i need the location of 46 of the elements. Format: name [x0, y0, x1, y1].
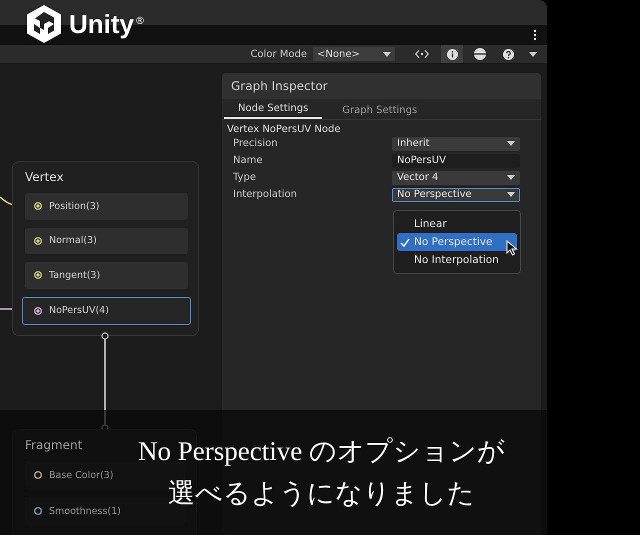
port-label: Tangent(3) — [49, 270, 100, 281]
port-row[interactable]: NoPersUV(4) — [22, 296, 191, 326]
port-label: Base Color(3) — [49, 470, 114, 480]
color-mode-dropdown[interactable]: <None> — [313, 47, 395, 61]
code-brackets-icon[interactable] — [415, 50, 429, 58]
dropdown[interactable]: No Perspective — [392, 188, 520, 202]
port-row[interactable]: Tangent(3) — [25, 262, 188, 289]
tab[interactable]: Node Settings — [224, 103, 322, 119]
subtitle-text: 選べるようになりました — [168, 478, 475, 509]
section-title: Vertex NoPersUV Node — [226, 123, 342, 135]
logo-text: Unity — [69, 8, 134, 40]
property-label: Interpolation — [233, 189, 298, 200]
port-row[interactable]: Normal(3) — [25, 228, 188, 254]
port-label: Smoothness(1) — [49, 506, 121, 516]
port-row[interactable]: Position(3) — [25, 193, 188, 220]
subtitle-text: No Perspective のオプションが — [138, 436, 505, 468]
sphere-icon[interactable] — [474, 48, 486, 60]
more-options-icon[interactable] — [533, 29, 537, 41]
node-title: Vertex — [25, 170, 64, 184]
check-icon — [400, 238, 410, 246]
menu-option[interactable]: Linear — [397, 215, 517, 233]
info-icon[interactable] — [446, 48, 458, 60]
color-mode-label: Color Mode — [250, 48, 307, 60]
caret-icon — [507, 192, 515, 197]
caret-icon — [507, 141, 515, 146]
caret-icon[interactable] — [529, 52, 537, 56]
port-label: Position(3) — [49, 200, 100, 212]
help-icon[interactable] — [502, 48, 514, 60]
registered-mark: ® — [135, 16, 145, 26]
menu-option[interactable]: No Perspective — [397, 233, 517, 251]
property-label: Precision — [233, 138, 279, 149]
caret-icon — [383, 52, 391, 56]
property-label: Name — [233, 155, 264, 166]
panel-title: Graph Inspector — [231, 79, 328, 93]
tab[interactable]: Graph Settings — [328, 105, 432, 119]
port-label: Normal(3) — [49, 235, 97, 246]
vertex-node[interactable]: Vertex Position(3) Normal(3) Tangent(3) NoPersUV(4) — [12, 161, 199, 336]
node-title: Fragment — [25, 438, 82, 452]
dropdown[interactable]: Vector 4 — [392, 170, 520, 184]
property-label: Type — [233, 172, 257, 183]
input-field[interactable]: NoPersUV — [392, 154, 520, 168]
menu-option[interactable]: No Interpolation — [397, 251, 517, 269]
cursor-icon — [506, 240, 518, 256]
port-label: NoPersUV(4) — [49, 305, 109, 316]
dropdown[interactable]: Inherit — [392, 136, 520, 150]
caret-icon — [507, 175, 515, 180]
